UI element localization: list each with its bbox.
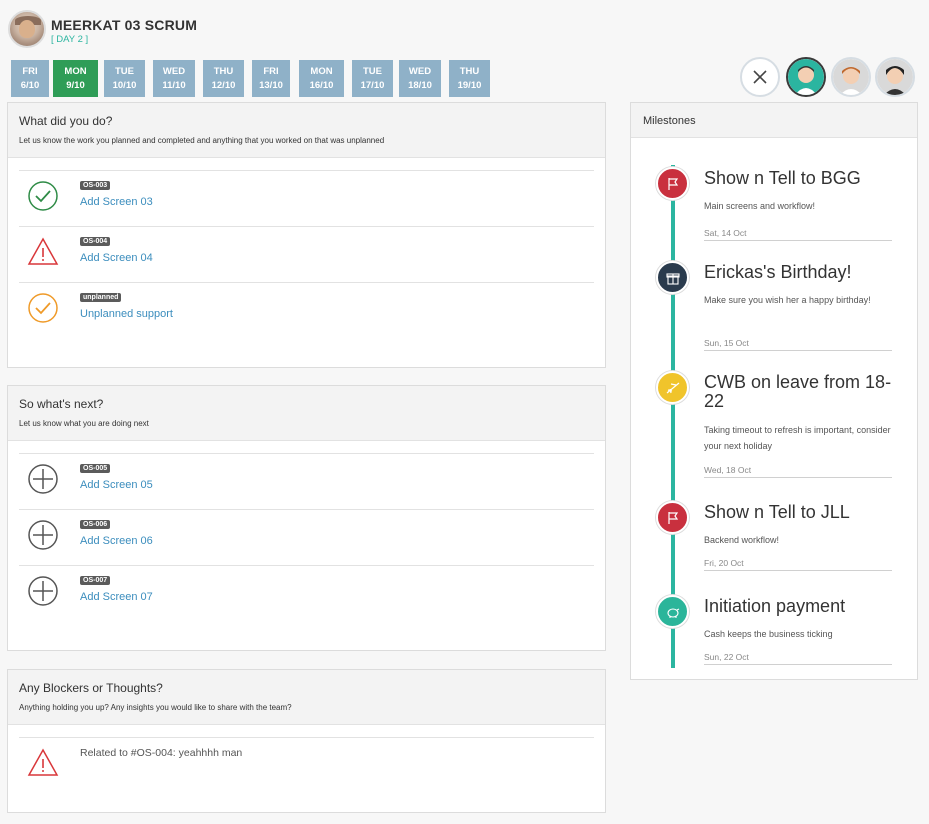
day-tab[interactable]: WED 18/10 xyxy=(399,60,441,97)
milestone-date: Fri, 20 Oct xyxy=(704,558,892,571)
list-item: Related to #OS-004: yeahhhh man xyxy=(19,737,594,793)
avatar-icon xyxy=(877,59,913,95)
task-tag: OS-006 xyxy=(80,520,111,529)
milestone-title: Initiation payment xyxy=(704,596,846,616)
milestones-panel: Milestones Show n Tell to BGG Main scree… xyxy=(630,102,918,680)
plus-circle-icon[interactable] xyxy=(27,519,59,551)
user-avatar-1[interactable] xyxy=(786,57,826,97)
milestone-desc: Taking timeout to refresh is important, … xyxy=(704,425,891,451)
day-tab[interactable]: TUE 10/10 xyxy=(104,60,145,97)
day-tab[interactable]: TUE 17/10 xyxy=(352,60,393,97)
task-tag: OS-004 xyxy=(80,237,111,246)
day-tab[interactable]: FRI 6/10 xyxy=(11,60,49,97)
day-tab[interactable]: MON 16/10 xyxy=(299,60,344,97)
list-item: OS-007 Add Screen 07 xyxy=(19,565,594,621)
milestone-desc: Backend workflow! xyxy=(704,535,780,545)
task-tag: unplanned xyxy=(80,293,122,302)
milestone-date: Sat, 14 Oct xyxy=(704,228,892,241)
task-link[interactable]: Add Screen 04 xyxy=(80,252,153,264)
list-item: OS-006 Add Screen 06 xyxy=(19,509,594,565)
panel-title: So what's next? xyxy=(19,397,104,411)
milestone-desc: Make sure you wish her a happy birthday! xyxy=(704,295,871,305)
task-tag: OS-007 xyxy=(80,576,111,585)
panel-title: What did you do? xyxy=(19,114,113,128)
milestone-desc: Cash keeps the business ticking xyxy=(704,629,833,639)
panel-subtitle: Anything holding you up? Any insights yo… xyxy=(19,703,292,712)
panel-header: What did you do? Let us know the work yo… xyxy=(8,103,605,158)
milestone-title: CWB on leave from 18-22 xyxy=(704,372,892,411)
blockers-panel: Any Blockers or Thoughts? Anything holdi… xyxy=(7,669,606,813)
day-label: [ DAY 2 ] xyxy=(51,34,89,45)
header: MEERKAT 03 SCRUM [ DAY 2 ] xyxy=(8,10,408,50)
milestone-date: Sun, 22 Oct xyxy=(704,652,892,665)
check-circle-icon xyxy=(28,181,58,211)
list-item: OS-004 Add Screen 04 xyxy=(19,226,594,282)
gift-icon xyxy=(656,261,689,294)
user-avatar-3[interactable] xyxy=(875,57,915,97)
close-icon xyxy=(753,70,767,84)
milestone-title: Erickas's Birthday! xyxy=(704,262,852,282)
panel-header: Any Blockers or Thoughts? Anything holdi… xyxy=(8,670,605,725)
day-tab[interactable]: WED 11/10 xyxy=(153,60,195,97)
done-panel: What did you do? Let us know the work yo… xyxy=(7,102,606,368)
list-item: OS-005 Add Screen 05 xyxy=(19,453,594,509)
milestone-date: Sun, 15 Oct xyxy=(704,338,892,351)
blocker-note: Related to #OS-004: yeahhhh man xyxy=(80,747,243,759)
list-item: OS-003 Add Screen 03 xyxy=(19,170,594,226)
task-tag: OS-005 xyxy=(80,464,111,473)
avatar-icon xyxy=(788,59,824,95)
panel-title: Any Blockers or Thoughts? xyxy=(19,681,163,695)
list-item: unplanned Unplanned support xyxy=(19,282,594,338)
day-tab-active[interactable]: MON 9/10 xyxy=(53,60,98,97)
avatar-icon xyxy=(833,59,869,95)
panel-subtitle: Let us know what you are doing next xyxy=(19,419,149,428)
panel-title: Milestones xyxy=(631,103,917,138)
task-link[interactable]: Add Screen 03 xyxy=(80,196,153,208)
panel-subtitle: Let us know the work you planned and com… xyxy=(19,136,385,145)
milestone-desc: Main screens and workflow! xyxy=(704,201,816,211)
team-avatar xyxy=(8,10,46,48)
page-title: MEERKAT 03 SCRUM xyxy=(51,17,198,33)
milestone-date: Wed, 18 Oct xyxy=(704,465,892,478)
warning-icon xyxy=(27,237,59,265)
task-tag: OS-003 xyxy=(80,181,111,190)
plus-circle-icon[interactable] xyxy=(27,463,59,495)
task-link[interactable]: Unplanned support xyxy=(80,308,173,320)
day-tab[interactable]: THU 12/10 xyxy=(203,60,244,97)
day-tab[interactable]: THU 19/10 xyxy=(449,60,490,97)
milestone-title: Show n Tell to JLL xyxy=(704,502,850,522)
timeline-line xyxy=(671,165,675,668)
task-link[interactable]: Add Screen 06 xyxy=(80,535,153,547)
piggy-bank-icon xyxy=(656,595,689,628)
flag-icon xyxy=(656,167,689,200)
close-button[interactable] xyxy=(740,57,780,97)
flag-icon xyxy=(656,501,689,534)
day-tab[interactable]: FRI 13/10 xyxy=(252,60,290,97)
plus-circle-icon[interactable] xyxy=(27,575,59,607)
milestone-title: Show n Tell to BGG xyxy=(704,168,861,188)
panel-header: So what's next? Let us know what you are… xyxy=(8,386,605,441)
warning-icon xyxy=(27,748,59,776)
plane-icon xyxy=(656,371,689,404)
check-circle-icon xyxy=(28,293,58,323)
task-link[interactable]: Add Screen 07 xyxy=(80,591,153,603)
user-avatar-2[interactable] xyxy=(831,57,871,97)
next-panel: So what's next? Let us know what you are… xyxy=(7,385,606,651)
task-link[interactable]: Add Screen 05 xyxy=(80,479,153,491)
